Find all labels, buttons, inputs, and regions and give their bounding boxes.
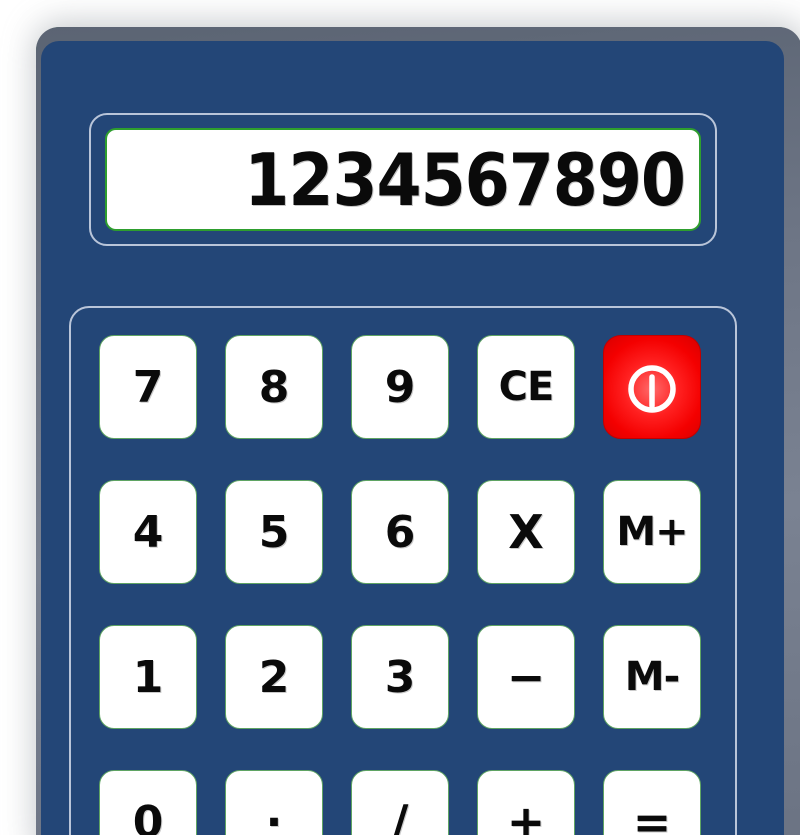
key-memory-subtract[interactable]: M- <box>603 625 701 729</box>
key-label: 0 <box>132 796 164 835</box>
key-2[interactable]: 2 <box>225 625 323 729</box>
display-screen[interactable]: 1234567890 <box>105 128 701 231</box>
key-label: 7 <box>132 361 164 413</box>
key-label: + <box>506 795 546 835</box>
display-value: 1234567890 <box>244 137 686 222</box>
calculator-device: 1234567890 7 8 9 CE 4 5 6 X M+ 1 2 3 − M- 0 · / + = <box>36 27 800 835</box>
key-label: 6 <box>384 506 416 558</box>
key-clear[interactable]: CE <box>477 335 575 439</box>
key-add[interactable]: + <box>477 770 575 835</box>
key-9[interactable]: 9 <box>351 335 449 439</box>
key-label: · <box>265 796 283 835</box>
key-label: / <box>391 795 409 835</box>
key-3[interactable]: 3 <box>351 625 449 729</box>
key-7[interactable]: 7 <box>99 335 197 439</box>
power-button[interactable] <box>603 335 701 439</box>
key-multiply[interactable]: X <box>477 480 575 584</box>
key-memory-add[interactable]: M+ <box>603 480 701 584</box>
key-divide[interactable]: / <box>351 770 449 835</box>
key-label: 2 <box>258 651 290 703</box>
key-8[interactable]: 8 <box>225 335 323 439</box>
key-1[interactable]: 1 <box>99 625 197 729</box>
key-label: CE <box>498 364 555 410</box>
keypad-bezel: 7 8 9 CE 4 5 6 X M+ 1 2 3 − M- 0 · / + = <box>69 306 737 835</box>
key-label: − <box>506 650 546 704</box>
display-bezel: 1234567890 <box>89 113 717 246</box>
key-6[interactable]: 6 <box>351 480 449 584</box>
key-4[interactable]: 4 <box>99 480 197 584</box>
key-subtract[interactable]: − <box>477 625 575 729</box>
key-label: = <box>632 795 672 835</box>
key-label: X <box>508 505 544 559</box>
key-5[interactable]: 5 <box>225 480 323 584</box>
key-label: M- <box>624 654 680 700</box>
key-label: M+ <box>616 509 688 555</box>
keypad-grid: 7 8 9 CE 4 5 6 X M+ 1 2 3 − M- 0 · / + = <box>99 335 701 835</box>
device-body-panel: 1234567890 7 8 9 CE 4 5 6 X M+ 1 2 3 − M- 0 · / + = <box>41 41 784 835</box>
key-equals[interactable]: = <box>603 770 701 835</box>
key-label: 8 <box>258 361 290 413</box>
power-icon <box>621 356 683 418</box>
key-label: 3 <box>384 651 416 703</box>
key-label: 4 <box>132 506 164 558</box>
key-0[interactable]: 0 <box>99 770 197 835</box>
key-decimal[interactable]: · <box>225 770 323 835</box>
key-label: 9 <box>384 361 416 413</box>
device-outer-frame: 1234567890 7 8 9 CE 4 5 6 X M+ 1 2 3 − M- 0 · / + = <box>36 27 800 835</box>
key-label: 5 <box>258 506 290 558</box>
key-label: 1 <box>132 651 164 703</box>
